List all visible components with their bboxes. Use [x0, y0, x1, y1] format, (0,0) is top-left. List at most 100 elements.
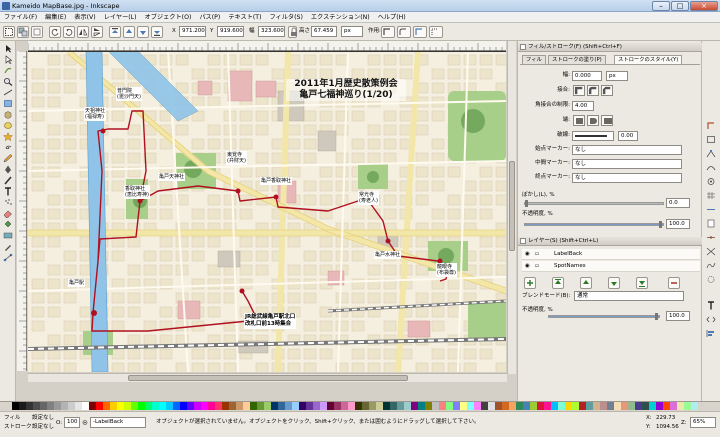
menu-view[interactable]: 表示(V): [70, 12, 99, 23]
layer-raise-icon[interactable]: [580, 277, 592, 289]
color-swatch[interactable]: [327, 402, 334, 410]
snap-intersection-icon[interactable]: [706, 247, 716, 256]
color-swatch[interactable]: [222, 402, 229, 410]
opacity-slider[interactable]: [524, 221, 664, 228]
lock-icon[interactable]: ▫: [535, 261, 539, 272]
y-input[interactable]: 919.600: [217, 26, 244, 37]
layers-title[interactable]: レイヤー(S) (Shift+Ctrl+L): [518, 237, 702, 246]
snap-page-icon[interactable]: [706, 219, 716, 228]
color-swatch[interactable]: [397, 402, 404, 410]
color-swatch[interactable]: [285, 402, 292, 410]
color-swatch[interactable]: [19, 402, 26, 410]
color-swatch[interactable]: [47, 402, 54, 410]
color-swatch[interactable]: [313, 402, 320, 410]
color-swatch[interactable]: [642, 402, 649, 410]
color-swatch[interactable]: [229, 402, 236, 410]
cap-butt-icon[interactable]: [573, 115, 585, 126]
eye-icon[interactable]: ◉: [525, 249, 530, 260]
color-swatch[interactable]: [173, 402, 180, 410]
color-swatch[interactable]: [194, 402, 201, 410]
text-object-icon[interactable]: [706, 301, 716, 310]
color-swatch[interactable]: [523, 402, 530, 410]
menu-object[interactable]: オブジェクト(O): [141, 12, 196, 23]
transform-gradients-icon[interactable]: [413, 26, 427, 38]
color-swatch[interactable]: [12, 402, 19, 410]
color-swatch[interactable]: [635, 402, 642, 410]
dash-pattern-select[interactable]: [572, 131, 614, 141]
color-swatch[interactable]: [187, 402, 194, 410]
status-opacity-input[interactable]: 100: [64, 417, 80, 428]
color-swatch[interactable]: [299, 402, 306, 410]
flip-vertical-icon[interactable]: [91, 26, 103, 38]
vertical-scrollbar[interactable]: [507, 41, 516, 374]
snap-toggle-icon[interactable]: [706, 121, 716, 130]
blend-mode-select[interactable]: 通常: [574, 291, 684, 301]
layer-opacity-slider[interactable]: [548, 313, 660, 320]
color-swatch[interactable]: [271, 402, 278, 410]
lower-icon[interactable]: [137, 26, 149, 38]
remove-layer-icon[interactable]: [668, 277, 680, 289]
color-swatch[interactable]: [537, 402, 544, 410]
color-swatch[interactable]: [565, 402, 572, 410]
color-swatch[interactable]: [348, 402, 355, 410]
spiral-tool-icon[interactable]: [3, 143, 13, 152]
color-swatch[interactable]: [250, 402, 257, 410]
snap-bbox-icon[interactable]: [706, 135, 716, 144]
transform-patterns-icon[interactable]: [429, 26, 443, 38]
snap-smooth-icon[interactable]: [706, 261, 716, 270]
color-swatch[interactable]: [61, 402, 68, 410]
x-input[interactable]: 971.200: [179, 26, 206, 37]
cap-round-icon[interactable]: [587, 115, 599, 126]
color-swatch[interactable]: [600, 402, 607, 410]
color-swatch[interactable]: [124, 402, 131, 410]
color-swatch[interactable]: [96, 402, 103, 410]
rect-tool-icon[interactable]: [3, 99, 13, 108]
color-swatch[interactable]: [376, 402, 383, 410]
color-swatch[interactable]: [208, 402, 215, 410]
vertical-ruler[interactable]: [17, 51, 27, 371]
color-swatch[interactable]: [110, 402, 117, 410]
color-swatch[interactable]: [180, 402, 187, 410]
color-swatch[interactable]: [614, 402, 621, 410]
menu-edit[interactable]: 編集(E): [41, 12, 70, 23]
color-swatch[interactable]: [551, 402, 558, 410]
menu-file[interactable]: ファイル(F): [0, 12, 41, 23]
dropper-tool-icon[interactable]: [3, 242, 13, 251]
color-swatch[interactable]: [670, 402, 677, 410]
color-swatch[interactable]: [460, 402, 467, 410]
color-swatch[interactable]: [82, 402, 89, 410]
bucket-tool-icon[interactable]: [3, 220, 13, 229]
snap-paths-icon[interactable]: [706, 163, 716, 172]
dash-offset-input[interactable]: 0.00: [618, 131, 638, 141]
zoom-input[interactable]: 65%: [690, 417, 716, 428]
color-swatch[interactable]: [607, 402, 614, 410]
fill-stroke-collapse-icon[interactable]: [520, 44, 526, 50]
end-marker-select[interactable]: なし: [572, 173, 682, 183]
color-swatch[interactable]: [432, 402, 439, 410]
layer-row[interactable]: ◉ ▫ SpotNames: [522, 261, 700, 272]
node-tool-icon[interactable]: [3, 55, 13, 64]
color-swatch[interactable]: [481, 402, 488, 410]
spray-tool-icon[interactable]: [3, 198, 13, 207]
vertical-scroll-thumb[interactable]: [509, 161, 515, 251]
menu-text[interactable]: テキスト(T): [224, 12, 265, 23]
color-swatch[interactable]: [628, 402, 635, 410]
pen-tool-icon[interactable]: [3, 165, 13, 174]
scale-corners-icon[interactable]: [397, 26, 411, 38]
layer-lower-icon[interactable]: [608, 277, 620, 289]
snap-guide-icon[interactable]: [706, 205, 716, 214]
menu-path[interactable]: パス(P): [195, 12, 224, 23]
color-swatch[interactable]: [103, 402, 110, 410]
color-swatch[interactable]: [236, 402, 243, 410]
tweak-tool-icon[interactable]: [3, 66, 13, 75]
color-swatch[interactable]: [558, 402, 565, 410]
current-layer-select[interactable]: -LabelBack: [90, 417, 146, 428]
fill-stroke-title[interactable]: フィル/ストローク(F) (Shift+Ctrl+F): [518, 43, 702, 52]
join-miter-icon[interactable]: [573, 85, 585, 96]
color-swatch[interactable]: [334, 402, 341, 410]
close-button[interactable]: ×: [690, 1, 718, 11]
star-tool-icon[interactable]: [3, 132, 13, 141]
color-swatch[interactable]: [467, 402, 474, 410]
horizontal-scroll-thumb[interactable]: [128, 375, 408, 381]
color-swatch[interactable]: [166, 402, 173, 410]
